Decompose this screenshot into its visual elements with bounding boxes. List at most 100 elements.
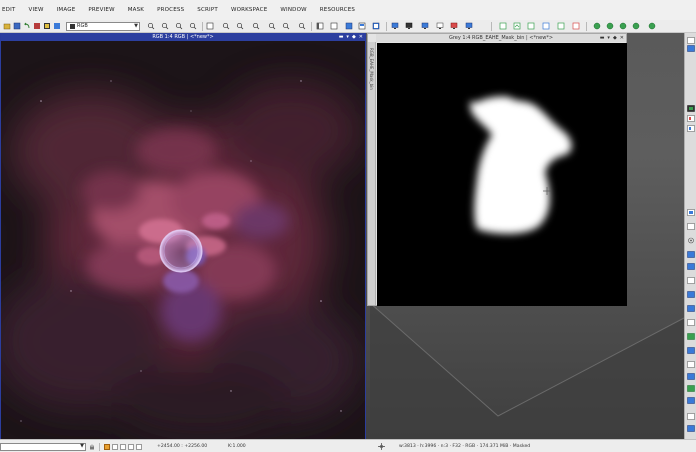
screen-icon[interactable] — [450, 22, 458, 30]
view-selector[interactable]: RGB ▼ — [66, 22, 140, 31]
side-panel-icon[interactable] — [687, 251, 695, 258]
close-icon[interactable]: ✕ — [359, 33, 363, 41]
image-window-icon[interactable] — [372, 22, 380, 30]
rgb-image-window[interactable]: RGB 1:4 RGB | <*new*> ▬ ▾ ◆ ✕ — [0, 33, 366, 439]
side-panel-icon[interactable] — [687, 105, 695, 112]
lock-icon[interactable] — [89, 444, 95, 450]
cursor-coordinates: +2454.00 : +2256.00 — [157, 444, 208, 449]
explorer-icon[interactable] — [316, 22, 324, 30]
process-icon[interactable] — [542, 22, 550, 30]
side-panel-icon[interactable] — [687, 125, 695, 132]
mask-window-title[interactable]: Grey 1:4 RGB_EAHE_Mask_bin | <*new*> — [376, 34, 626, 42]
redo-icon[interactable] — [33, 22, 41, 30]
menu-resources[interactable]: RESOURCES — [320, 7, 355, 13]
status-separator — [99, 443, 100, 451]
undo-icon[interactable] — [23, 22, 31, 30]
toolbar: RGB ▼ — [0, 20, 696, 33]
toolbar-separator — [386, 22, 387, 31]
globe-icon[interactable] — [648, 22, 656, 30]
screen-icon[interactable] — [436, 22, 444, 30]
preview-icon[interactable] — [222, 22, 230, 30]
screen-icon[interactable] — [268, 22, 276, 30]
new-image-icon[interactable] — [330, 22, 338, 30]
side-panel-icon[interactable] — [687, 305, 695, 312]
screen-icon[interactable] — [405, 22, 413, 30]
status-color-box[interactable] — [128, 444, 134, 450]
side-panel-icon[interactable] — [687, 209, 695, 216]
menu-mask[interactable]: MASK — [128, 7, 144, 13]
side-panel-icon[interactable] — [687, 361, 695, 368]
pan-icon[interactable] — [189, 22, 197, 30]
globe-icon[interactable] — [619, 22, 627, 30]
mask-window-side-tab[interactable]: RGB_EAHE_Mask_bin — [368, 42, 376, 305]
side-panel-icon[interactable] — [687, 37, 695, 44]
history-icon[interactable] — [53, 22, 61, 30]
minimize-icon[interactable]: ▬ — [600, 34, 605, 42]
menu-process[interactable]: PROCESS — [157, 7, 184, 13]
side-panel-icon[interactable] — [687, 223, 695, 230]
side-panel-icon[interactable] — [687, 263, 695, 270]
globe-icon[interactable] — [606, 22, 614, 30]
open-file-icon[interactable] — [3, 22, 11, 30]
process-icon[interactable] — [557, 22, 565, 30]
readout-icon[interactable] — [206, 22, 214, 30]
menu-view[interactable]: VIEW — [29, 7, 44, 13]
save-icon[interactable] — [13, 22, 21, 30]
gear-icon[interactable] — [687, 237, 695, 244]
maximize-icon[interactable]: ◆ — [352, 33, 356, 41]
view-selector-value: RGB — [77, 23, 88, 29]
process-icon[interactable] — [527, 22, 535, 30]
screen-icon[interactable] — [421, 22, 429, 30]
process-icon[interactable] — [43, 22, 51, 30]
globe-icon[interactable] — [632, 22, 640, 30]
menu-window[interactable]: WINDOW — [280, 7, 306, 13]
side-panel-icon[interactable] — [687, 373, 695, 380]
process-icon[interactable] — [513, 22, 521, 30]
menu-script[interactable]: SCRIPT — [197, 7, 218, 13]
rgb-window-title[interactable]: RGB 1:4 RGB | <*new*> — [1, 33, 365, 41]
maximize-icon[interactable]: ◆ — [613, 34, 617, 42]
side-panel-icon[interactable] — [687, 385, 695, 392]
shade-icon[interactable]: ▾ — [607, 34, 610, 42]
side-panel-icon[interactable] — [687, 333, 695, 340]
minimize-icon[interactable]: ▬ — [339, 33, 344, 41]
image-window-icon[interactable] — [345, 22, 353, 30]
side-panel-icon[interactable] — [687, 115, 695, 122]
mask-image-window[interactable]: RGB_EAHE_Mask_bin Grey 1:4 RGB_EAHE_Mask… — [367, 33, 627, 306]
menu-image[interactable]: IMAGE — [57, 7, 76, 13]
side-panel-icon[interactable] — [687, 291, 695, 298]
status-color-box[interactable] — [136, 444, 142, 450]
shade-icon[interactable]: ▾ — [346, 33, 349, 41]
zoom-in-icon[interactable] — [147, 22, 155, 30]
side-panel-icon[interactable] — [687, 397, 695, 404]
script-icon[interactable] — [282, 22, 290, 30]
side-panel-icon[interactable] — [687, 277, 695, 284]
side-panel-icon[interactable] — [687, 425, 695, 432]
close-icon[interactable]: ✕ — [620, 34, 624, 42]
zoom-fit-icon[interactable] — [175, 22, 183, 30]
side-panel-icon[interactable] — [687, 45, 695, 52]
toolbar-separator — [491, 22, 492, 31]
mask-image[interactable] — [377, 43, 627, 306]
screen-icon[interactable] — [465, 22, 473, 30]
side-panel-icon[interactable] — [687, 347, 695, 354]
mask-icon[interactable] — [236, 22, 244, 30]
zoom-out-icon[interactable] — [161, 22, 169, 30]
process-icon[interactable] — [572, 22, 580, 30]
side-panel-icon[interactable] — [687, 319, 695, 326]
image-window-icon[interactable] — [358, 22, 366, 30]
menu-workspace[interactable]: WORKSPACE — [231, 7, 267, 13]
menu-preview[interactable]: PREVIEW — [88, 7, 114, 13]
process-icon[interactable] — [499, 22, 507, 30]
menu-edit[interactable]: EDIT — [2, 7, 16, 13]
status-color-box[interactable] — [104, 444, 110, 450]
side-panel-icon[interactable] — [687, 413, 695, 420]
globe-icon[interactable] — [593, 22, 601, 30]
status-color-box[interactable] — [112, 444, 118, 450]
status-color-box[interactable] — [120, 444, 126, 450]
screen-icon[interactable] — [391, 22, 399, 30]
nebula-image[interactable] — [1, 41, 365, 439]
stf-icon[interactable] — [252, 22, 260, 30]
status-view-selector[interactable]: ▼ — [0, 443, 86, 451]
console-icon[interactable] — [298, 22, 306, 30]
